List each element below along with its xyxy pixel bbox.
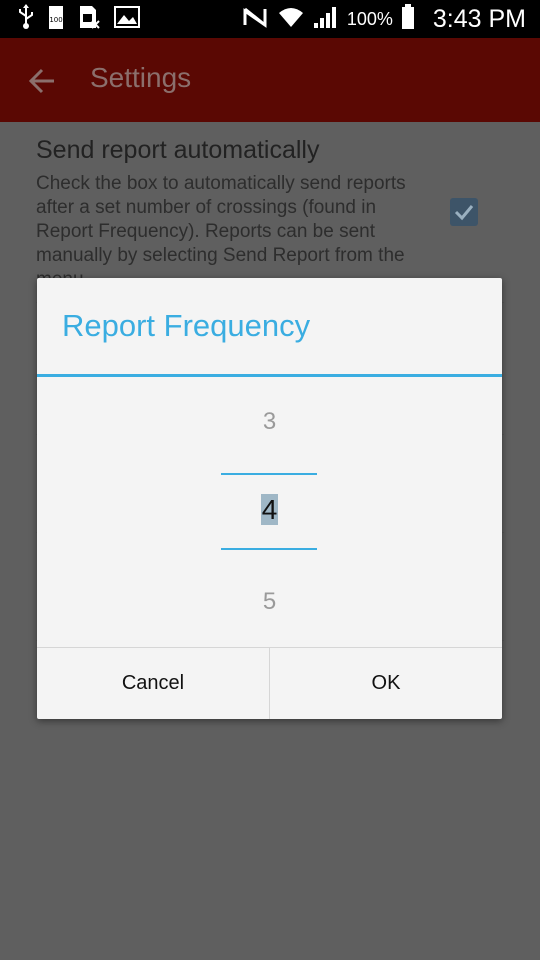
preference-summary: Check the box to automatically send repo…: [36, 173, 406, 290]
preference-title: Send report automatically: [36, 136, 320, 164]
arrow-back-icon[interactable]: [26, 64, 60, 98]
image-icon: [114, 6, 140, 32]
no-signal-icon: [241, 5, 269, 33]
picker-previous-value[interactable]: 3: [37, 408, 502, 436]
battery-icon: [401, 4, 415, 34]
dialog-title: Report Frequency: [62, 308, 311, 343]
wifi-icon: [277, 5, 305, 33]
status-bar: 100 100% 3:43 PM: [0, 0, 540, 38]
sim-icon: [78, 5, 100, 33]
battery-100-icon: 100: [48, 4, 64, 34]
battery-percent: 100%: [346, 8, 393, 29]
page-title: Settings: [90, 62, 192, 93]
picker-current-value[interactable]: 4: [260, 494, 279, 525]
signal-bars-icon: [313, 5, 339, 33]
app-bar: Settings: [0, 38, 540, 122]
clock: 3:43 PM: [432, 4, 526, 33]
svg-text:100: 100: [49, 16, 62, 24]
check-icon: [454, 205, 474, 221]
cancel-button[interactable]: Cancel: [37, 648, 269, 719]
picker-next-value[interactable]: 5: [37, 588, 502, 616]
usb-icon: [18, 4, 34, 34]
report-frequency-dialog: Report Frequency 3 4 5 Cancel OK: [37, 278, 502, 719]
picker-selection-line-top: [221, 473, 317, 475]
send-report-checkbox[interactable]: [450, 198, 478, 226]
picker-selection-line-bottom: [221, 548, 317, 550]
picker-current[interactable]: 4: [37, 492, 502, 528]
title-divider: [37, 374, 502, 377]
ok-button[interactable]: OK: [270, 648, 502, 719]
